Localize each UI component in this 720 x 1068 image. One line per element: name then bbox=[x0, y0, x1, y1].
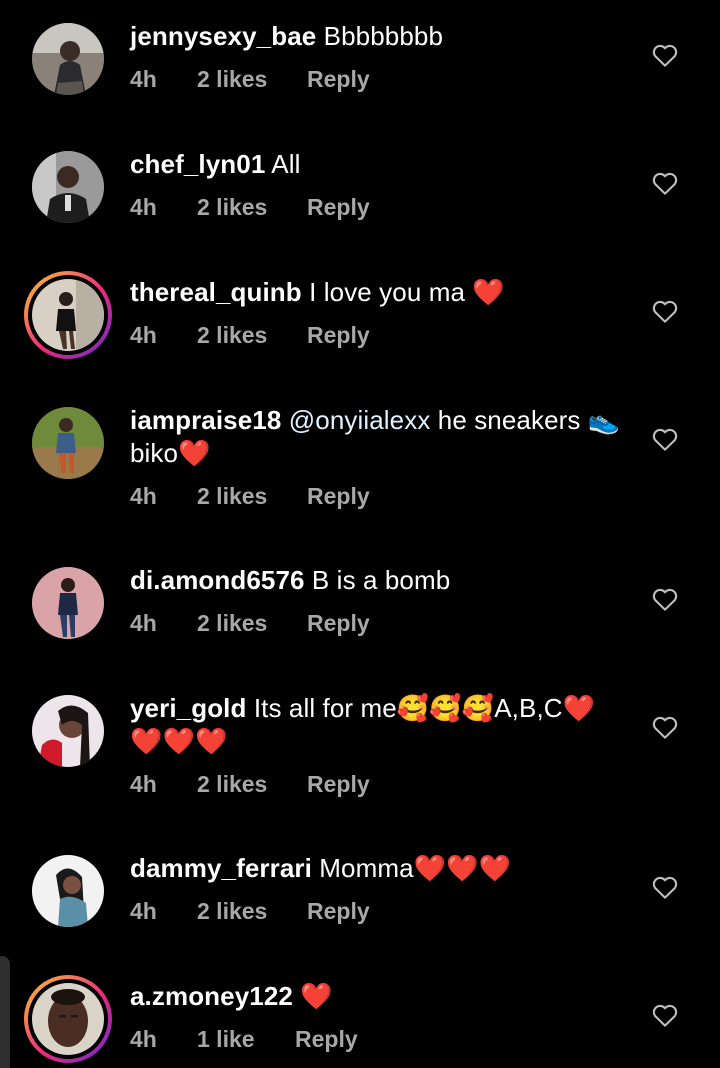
side-edge-handle bbox=[0, 956, 10, 1068]
avatar[interactable] bbox=[32, 567, 104, 639]
comment-username[interactable]: iampraise18 bbox=[130, 405, 281, 435]
comment-text: jennysexy_bae Bbbbbbbb bbox=[130, 20, 630, 53]
reply-button[interactable]: Reply bbox=[307, 194, 370, 221]
heart-icon[interactable] bbox=[650, 712, 680, 742]
avatar[interactable] bbox=[24, 271, 112, 359]
comment-text: yeri_gold Its all for me🥰🥰🥰A,B,C❤️ ❤️❤️❤… bbox=[130, 692, 630, 758]
comment-body: B is a bomb bbox=[311, 565, 451, 595]
comment-body: Momma❤️❤️❤️ bbox=[319, 853, 512, 883]
comment-username[interactable]: thereal_quinb bbox=[130, 277, 302, 307]
comment-likes[interactable]: 2 likes bbox=[197, 483, 267, 510]
avatar[interactable] bbox=[32, 695, 104, 767]
avatar[interactable] bbox=[32, 407, 104, 479]
comment-time: 4h bbox=[130, 194, 157, 220]
comment-text: dammy_ferrari Momma❤️❤️❤️ bbox=[130, 852, 630, 885]
comment-time: 4h bbox=[130, 66, 157, 92]
heart-icon[interactable] bbox=[650, 584, 680, 614]
comment-username[interactable]: a.zmoney122 bbox=[130, 981, 293, 1011]
heart-icon[interactable] bbox=[650, 40, 680, 70]
avatar-image bbox=[32, 279, 104, 351]
comment-time: 4h bbox=[130, 322, 157, 348]
heart-icon[interactable] bbox=[650, 168, 680, 198]
comment-time: 4h bbox=[130, 483, 157, 509]
comment-username[interactable]: di.amond6576 bbox=[130, 565, 305, 595]
comment-likes[interactable]: 2 likes bbox=[197, 66, 267, 93]
avatar-image bbox=[32, 983, 104, 1055]
story-ring bbox=[28, 979, 108, 1059]
comment-body: ❤️ bbox=[300, 981, 333, 1011]
comment-body: All bbox=[271, 149, 301, 179]
avatar[interactable] bbox=[32, 23, 104, 95]
avatar[interactable] bbox=[32, 151, 104, 223]
reply-button[interactable]: Reply bbox=[295, 1026, 358, 1053]
heart-icon[interactable] bbox=[650, 872, 680, 902]
comment-time: 4h bbox=[130, 1026, 157, 1052]
reply-button[interactable]: Reply bbox=[307, 610, 370, 637]
comment-likes[interactable]: 2 likes bbox=[197, 898, 267, 925]
reply-button[interactable]: Reply bbox=[307, 483, 370, 510]
comment-username[interactable]: chef_lyn01 bbox=[130, 149, 265, 179]
comment-text: di.amond6576 B is a bomb bbox=[130, 564, 630, 597]
comment-time: 4h bbox=[130, 771, 157, 797]
comment-likes[interactable]: 2 likes bbox=[197, 771, 267, 798]
comment-likes[interactable]: 2 likes bbox=[197, 322, 267, 349]
heart-icon[interactable] bbox=[650, 296, 680, 326]
heart-icon[interactable] bbox=[650, 424, 680, 454]
comment-time: 4h bbox=[130, 898, 157, 924]
comment-time: 4h bbox=[130, 610, 157, 636]
avatar[interactable] bbox=[32, 855, 104, 927]
comment-mention[interactable]: @onyiialexx bbox=[289, 405, 431, 435]
comment-username[interactable]: jennysexy_bae bbox=[130, 21, 316, 51]
heart-icon[interactable] bbox=[650, 1000, 680, 1030]
comment-likes[interactable]: 2 likes bbox=[197, 610, 267, 637]
comment-username[interactable]: dammy_ferrari bbox=[130, 853, 312, 883]
reply-button[interactable]: Reply bbox=[307, 322, 370, 349]
comment-text: thereal_quinb I love you ma ❤️ bbox=[130, 276, 630, 309]
comment-text: iampraise18 @onyiialexx he sneakers 👟 bi… bbox=[130, 404, 630, 470]
comment-text: a.zmoney122 ❤️ bbox=[130, 980, 630, 1013]
comment-text: chef_lyn01 All bbox=[130, 148, 630, 181]
reply-button[interactable]: Reply bbox=[307, 66, 370, 93]
comment-username[interactable]: yeri_gold bbox=[130, 693, 247, 723]
comment-body: I love you ma ❤️ bbox=[309, 277, 505, 307]
comment-likes[interactable]: 2 likes bbox=[197, 194, 267, 221]
story-ring bbox=[28, 275, 108, 355]
reply-button[interactable]: Reply bbox=[307, 898, 370, 925]
avatar[interactable] bbox=[24, 975, 112, 1063]
comment-body: Bbbbbbbb bbox=[323, 21, 444, 51]
comment-likes[interactable]: 1 like bbox=[197, 1026, 255, 1053]
reply-button[interactable]: Reply bbox=[307, 771, 370, 798]
